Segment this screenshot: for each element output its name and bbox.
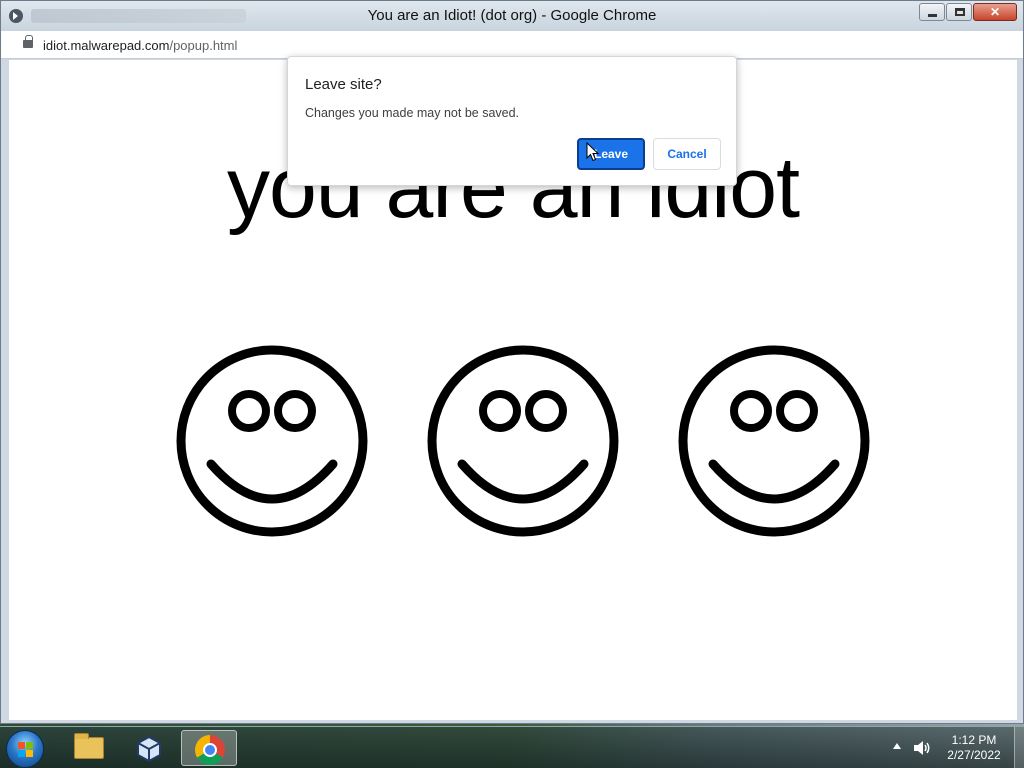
mouse-cursor-icon	[586, 142, 600, 162]
close-button[interactable]: ✕	[973, 3, 1017, 21]
taskbar: 1:12 PM 2/27/2022	[0, 726, 1024, 768]
taskbar-item-virtualbox[interactable]	[121, 730, 177, 766]
show-hidden-icons-icon[interactable]	[893, 743, 901, 749]
cancel-button[interactable]: Cancel	[653, 138, 721, 170]
smiley-face-icon	[176, 345, 368, 537]
dialog-message: Changes you made may not be saved.	[305, 106, 520, 120]
maximize-icon	[955, 8, 965, 16]
chrome-icon	[195, 735, 225, 765]
smiley-face-icon	[678, 345, 870, 537]
leave-site-dialog: Leave site? Changes you made may not be …	[287, 56, 737, 186]
clock-time: 1:12 PM	[951, 733, 997, 747]
virtualbox-icon	[137, 735, 161, 763]
smiley-face-icon	[427, 345, 619, 537]
volume-icon[interactable]	[912, 739, 932, 757]
minimize-button[interactable]	[919, 3, 945, 21]
address-bar[interactable]: idiot.malwarepad.com/popup.html	[1, 31, 1023, 59]
close-icon: ✕	[989, 5, 1001, 19]
clock-date: 2/27/2022	[947, 748, 1001, 762]
url-host: idiot.malwarepad.com	[43, 38, 170, 53]
dialog-title: Leave site?	[305, 76, 382, 93]
system-clock[interactable]: 1:12 PM 2/27/2022	[938, 733, 1010, 763]
taskbar-item-explorer[interactable]	[61, 730, 117, 766]
windows-logo-icon	[18, 742, 34, 758]
url-text[interactable]: idiot.malwarepad.com/popup.html	[43, 38, 237, 53]
minimize-icon	[928, 14, 937, 17]
window-controls: ✕	[918, 3, 1017, 21]
start-button[interactable]	[6, 730, 44, 768]
title-bar[interactable]: You are an Idiot! (dot org) - Google Chr…	[1, 1, 1023, 31]
lock-icon[interactable]	[23, 35, 33, 48]
maximize-button[interactable]	[946, 3, 972, 21]
folder-icon	[74, 733, 104, 759]
taskbar-item-chrome[interactable]	[181, 730, 237, 766]
url-path: /popup.html	[169, 38, 238, 53]
show-desktop-button[interactable]	[1014, 727, 1024, 768]
window-title: You are an Idiot! (dot org) - Google Chr…	[367, 7, 657, 24]
